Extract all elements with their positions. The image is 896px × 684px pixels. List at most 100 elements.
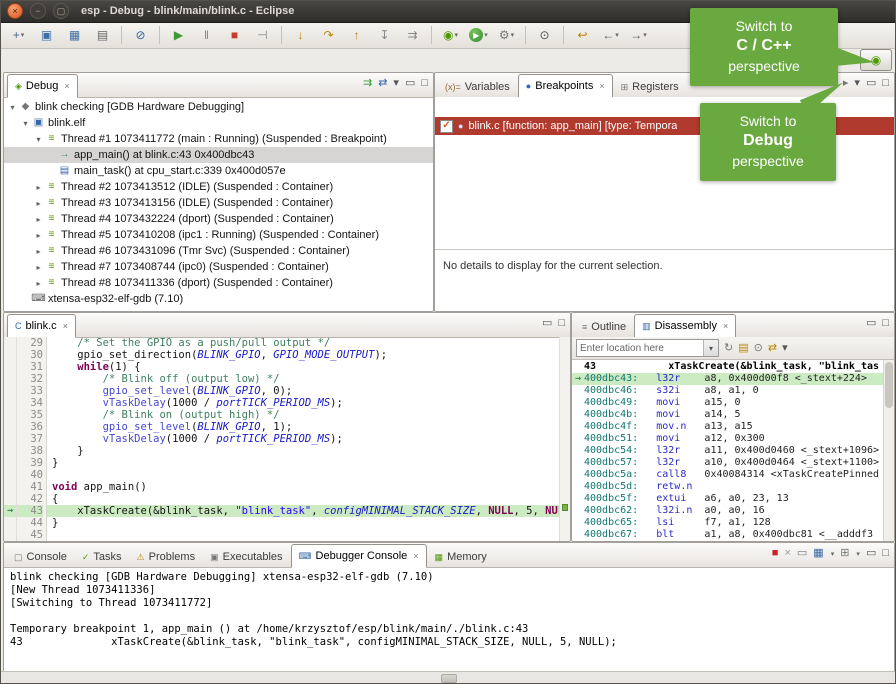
expand-icon[interactable]: ▸ [33, 231, 44, 240]
show-source-icon[interactable]: ▤ [738, 343, 748, 354]
run-button-dropdown[interactable]: ▾ [484, 31, 488, 39]
external-tools-button-dropdown[interactable]: ▾ [511, 31, 515, 39]
maximize-view-icon[interactable]: □ [882, 318, 889, 329]
step-over-button[interactable]: ↷ [315, 24, 342, 47]
terminate-button[interactable]: ■ [221, 24, 248, 47]
skip-all-breakpoints-button[interactable]: ⊘ [127, 24, 154, 47]
combo-dropdown-icon[interactable]: ▾ [703, 340, 718, 356]
collapse-icon[interactable]: ▾ [33, 135, 44, 144]
editor-code-area[interactable]: /* Set the GPIO as a push/pull output */… [47, 337, 559, 541]
disasm-row[interactable]: 400dbc51: movi a12, 0x300 [572, 433, 884, 445]
disconnect-button[interactable]: ⊣ [249, 24, 276, 47]
disasm-row[interactable]: 400dbc4b: movi a14, 5 [572, 409, 884, 421]
disassembly-scrollbar[interactable] [883, 360, 894, 541]
search-button[interactable]: ⊙ [531, 24, 558, 47]
minimize-view-icon[interactable]: ▭ [542, 318, 552, 329]
debug-tree-item[interactable]: →app_main() at blink.c:43 0x400dbc43 [4, 147, 433, 163]
code-line[interactable]: gpio_set_level(BLINK_GPIO, 1); [47, 421, 559, 433]
editor-overview-ruler[interactable] [559, 337, 570, 541]
display-selected-console-icon-dropdown[interactable]: ▾ [831, 550, 835, 558]
expand-icon[interactable]: ▸ [33, 247, 44, 256]
disasm-row[interactable]: 400dbc57: l32r a10, 0x400d0464 <_stext+1… [572, 457, 884, 469]
tab-memory[interactable]: ▦Memory [428, 547, 494, 567]
debug-tree-item[interactable]: ▸≡Thread #7 1073408744 (ipc0) (Suspended… [4, 259, 433, 275]
code-line[interactable] [47, 529, 559, 541]
code-line[interactable]: gpio_set_direction(BLINK_GPIO, GPIO_MODE… [47, 349, 559, 361]
step-return-button[interactable]: ↑ [343, 24, 370, 47]
debug-tree-item[interactable]: ▤main_task() at cpu_start.c:339 0x400d05… [4, 163, 433, 179]
suspend-button[interactable]: ‖ [193, 24, 220, 47]
new-wizard-button-dropdown[interactable]: ▾ [21, 31, 25, 39]
minimize-view-icon[interactable]: ▭ [405, 78, 415, 89]
debug-tree-item[interactable]: ▸≡Thread #6 1073431096 (Tmr Svc) (Suspen… [4, 243, 433, 259]
code-line[interactable]: /* Set the GPIO as a push/pull output */ [47, 337, 559, 349]
maximize-view-icon[interactable]: □ [558, 318, 565, 329]
disasm-row[interactable]: 400dbc62: l32i.n a0, a0, 16 [572, 505, 884, 517]
collapse-icon[interactable]: ▾ [20, 119, 31, 128]
code-line[interactable]: vTaskDelay(1000 / portTICK_PERIOD_MS); [47, 433, 559, 445]
window-maximize-button[interactable]: ▢ [53, 3, 69, 19]
code-line[interactable]: } [47, 457, 559, 469]
forward-button-dropdown[interactable]: ▾ [643, 31, 647, 39]
debug-tree-item[interactable]: ▾▣blink.elf [4, 115, 433, 131]
line-number[interactable]: 41 [17, 481, 43, 493]
resume-button[interactable]: ▶ [165, 24, 192, 47]
code-line[interactable]: /* Blink on (output high) */ [47, 409, 559, 421]
tab-tasks[interactable]: ✓Tasks [75, 547, 129, 567]
collapse-icon[interactable]: ▾ [7, 103, 18, 112]
tab-debug[interactable]: ◈Debug× [7, 74, 78, 98]
line-number[interactable]: 30 [17, 349, 43, 361]
disasm-row[interactable]: 400dbc65: lsi f7, a1, 128 [572, 517, 884, 529]
tab-executables[interactable]: ▣Executables [203, 547, 289, 567]
scrollbar-thumb[interactable] [885, 362, 893, 408]
back-button[interactable]: ←▾ [597, 24, 624, 47]
tab-problems[interactable]: ⚠Problems [130, 547, 203, 567]
sync-context-icon[interactable]: ⇄ [768, 343, 777, 354]
line-number[interactable]: 37 [17, 433, 43, 445]
close-tab-icon[interactable]: × [413, 551, 418, 561]
refresh-icon[interactable]: ↻ [724, 343, 733, 354]
code-line[interactable]: /* Blink off (output low) */ [47, 373, 559, 385]
line-number[interactable]: 38 [17, 445, 43, 457]
save-button[interactable]: ▣ [33, 24, 60, 47]
debug-tree-item[interactable]: ⌨xtensa-esp32-elf-gdb (7.10) [4, 291, 433, 307]
location-combo[interactable]: Enter location here ▾ [576, 339, 719, 357]
overview-annotation[interactable] [562, 504, 568, 511]
disasm-row[interactable]: 400dbc67: blt a1, a8, 0x400dbc81 <__addd… [572, 529, 884, 541]
forward-button[interactable]: →▾ [625, 24, 652, 47]
line-number[interactable]: 40 [17, 469, 43, 481]
tab-variables[interactable]: (x)=Variables [438, 77, 517, 97]
line-number[interactable]: 36 [17, 421, 43, 433]
line-number[interactable]: 31 [17, 361, 43, 373]
expand-icon[interactable]: ▸ [33, 263, 44, 272]
debug-tree-item[interactable]: ▸≡Thread #4 1073432224 (dport) (Suspende… [4, 211, 433, 227]
print-button[interactable]: ▤ [89, 24, 116, 47]
debug-tree-item[interactable]: ▸≡Thread #2 1073413512 (IDLE) (Suspended… [4, 179, 433, 195]
open-console-icon-dropdown[interactable]: ▾ [856, 550, 860, 558]
line-number[interactable]: 33 [17, 385, 43, 397]
minimize-view-icon[interactable]: ▭ [866, 318, 876, 329]
last-edit-location-button[interactable]: ↩ [569, 24, 596, 47]
close-tab-icon[interactable]: × [599, 81, 604, 91]
remove-launch-icon[interactable]: × [784, 548, 790, 559]
disasm-row[interactable]: 400dbc4f: mov.n a13, a15 [572, 421, 884, 433]
back-button-dropdown[interactable]: ▾ [615, 31, 619, 39]
debug-tree-item[interactable]: ▸≡Thread #8 1073411336 (dport) (Suspende… [4, 275, 433, 291]
debug-tree-item[interactable]: ▾◆blink checking [GDB Hardware Debugging… [4, 99, 433, 115]
track-expression-icon[interactable]: ⊙ [754, 343, 763, 354]
close-tab-icon[interactable]: × [723, 321, 728, 331]
debug-button-dropdown[interactable]: ▾ [454, 31, 458, 39]
terminate-icon[interactable]: ■ [772, 548, 779, 559]
breakpoint-checkbox[interactable]: ✓ [440, 120, 453, 133]
code-editor[interactable]: → 2930313233343536373839404142434445 /* … [4, 337, 570, 541]
line-number[interactable]: 44 [17, 517, 43, 529]
tab-disassembly[interactable]: ▥Disassembly× [634, 314, 736, 338]
tab-blink-c[interactable]: Cblink.c× [7, 314, 76, 338]
clear-console-icon[interactable]: ▭ [797, 548, 807, 559]
resize-grip[interactable] [441, 674, 457, 683]
minimize-view-icon[interactable]: ▭ [866, 78, 876, 89]
debug-button[interactable]: ◉▾ [437, 24, 464, 47]
instruction-stepping-button[interactable]: ⇉ [399, 24, 426, 47]
line-number[interactable]: 35 [17, 409, 43, 421]
disasm-row[interactable]: 400dbc46: s32i a8, a1, 0 [572, 385, 884, 397]
